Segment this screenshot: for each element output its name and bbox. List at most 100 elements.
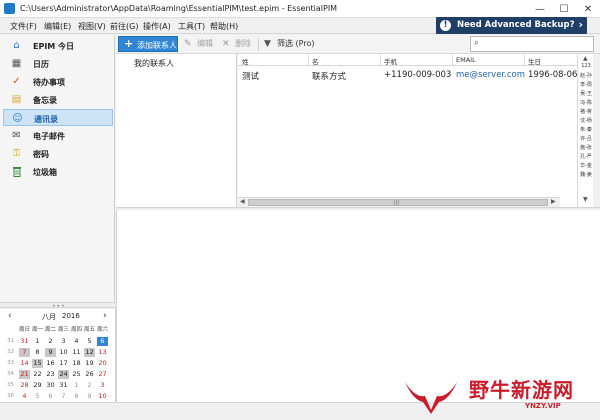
calendar-day[interactable]: 7	[58, 392, 69, 401]
calendar-day[interactable]: 13	[97, 348, 108, 357]
calendar-day[interactable]: 9	[45, 348, 56, 357]
sidebar-item-todo[interactable]: ✓ 待办事项	[3, 73, 113, 90]
sidebar-item-contacts[interactable]: ☺ 通讯录	[3, 109, 113, 126]
alpha-index-item[interactable]: 施-张	[578, 144, 594, 151]
scroll-up-icon[interactable]: ▲	[583, 55, 588, 62]
calendar-week: 35 28 29 30 31 1 2 3	[0, 380, 116, 391]
calendar-day[interactable]: 29	[32, 381, 43, 390]
calendar-day[interactable]: 3	[58, 337, 69, 346]
filter-button[interactable]: ▼ 筛选 (Pro)	[264, 38, 314, 50]
calendar-day[interactable]: 1	[32, 337, 43, 346]
alpha-index-item[interactable]: 沈-杨	[578, 117, 594, 124]
scroll-right-icon[interactable]: ▶	[551, 198, 556, 205]
calendar-day[interactable]: 4	[71, 337, 82, 346]
menu-edit[interactable]: 编辑(E)	[44, 21, 71, 32]
search-box[interactable]: ⌕	[470, 36, 594, 52]
alpha-index-item[interactable]: 吴-王	[578, 90, 594, 97]
add-contact-button[interactable]: + 添加联系人	[118, 36, 178, 52]
sidebar-item-calendar[interactable]: ▦ 日历	[3, 55, 113, 72]
menu-tools[interactable]: 工具(T)	[178, 21, 205, 32]
cell-email-link[interactable]: me@server.com	[456, 70, 525, 80]
calendar-day[interactable]: 15	[32, 359, 43, 368]
scroll-down-icon[interactable]: ▼	[583, 196, 588, 203]
calendar-day[interactable]: 3	[97, 381, 108, 390]
calendar-day[interactable]: 7	[19, 348, 30, 357]
calendar-day[interactable]: 10	[58, 348, 69, 357]
calendar-day[interactable]: 9	[84, 392, 95, 401]
calendar-day[interactable]: 23	[45, 370, 56, 379]
sidebar-item-trash[interactable]: 垃圾箱	[3, 163, 113, 180]
edit-button[interactable]: ✎ 编辑	[184, 38, 213, 50]
sidebar-item-notes[interactable]: ▤ 备忘录	[3, 91, 113, 108]
calendar-day[interactable]: 27	[97, 370, 108, 379]
menu-help[interactable]: 帮助(H)	[210, 21, 238, 32]
calendar-day[interactable]: 31	[58, 381, 69, 390]
calendar-day[interactable]: 26	[84, 370, 95, 379]
alpha-index-item[interactable]: 123	[578, 63, 594, 69]
calendar-day[interactable]: 2	[84, 381, 95, 390]
calendar-day[interactable]: 18	[71, 359, 82, 368]
group-my-contacts[interactable]: 我的联系人	[134, 58, 174, 69]
delete-button[interactable]: ✕ 删除	[222, 38, 251, 50]
calendar-day[interactable]: 28	[19, 381, 30, 390]
menu-view[interactable]: 视图(V)	[78, 21, 106, 32]
close-button[interactable]: ✕	[576, 0, 600, 18]
calendar-day[interactable]: 4	[19, 392, 30, 401]
calendar-day[interactable]: 12	[84, 348, 95, 357]
column-header-email[interactable]: EMAIL	[456, 56, 476, 64]
alpha-index-item[interactable]: 许-吕	[578, 135, 594, 142]
calendar-day[interactable]: 1	[71, 381, 82, 390]
calendar-day[interactable]: 30	[45, 381, 56, 390]
calendar-day[interactable]: 25	[71, 370, 82, 379]
alpha-index-item[interactable]: 李-周	[578, 81, 594, 88]
menu-actions[interactable]: 操作(A)	[143, 21, 171, 32]
calendar-day[interactable]: 19	[84, 359, 95, 368]
sidebar-item-today[interactable]: ⌂ EPIM 今日	[3, 37, 113, 54]
calendar-day[interactable]: 22	[32, 370, 43, 379]
calendar-day[interactable]: 8	[71, 392, 82, 401]
scroll-left-icon[interactable]: ◀	[240, 198, 245, 205]
horizontal-scrollbar[interactable]: ◀ ||| ▶	[238, 197, 560, 207]
menu-file[interactable]: 文件(F)	[10, 21, 37, 32]
menu-goto[interactable]: 前往(G)	[110, 21, 138, 32]
calendar-day[interactable]: 31	[19, 337, 30, 346]
minimize-button[interactable]: —	[528, 0, 552, 18]
alpha-index-item[interactable]: 华-金	[578, 162, 594, 169]
calendar-day[interactable]: 20	[97, 359, 108, 368]
calendar-day[interactable]: 16	[45, 359, 56, 368]
sidebar-splitter[interactable]: •••	[0, 302, 116, 310]
calendar-day-today[interactable]: 6	[97, 337, 108, 346]
calendar-day[interactable]: 2	[45, 337, 56, 346]
maximize-button[interactable]: ☐	[552, 0, 576, 18]
prev-month-button[interactable]: ‹	[8, 311, 12, 321]
calendar-day[interactable]: 5	[84, 337, 95, 346]
alpha-index-item[interactable]: 孔-严	[578, 153, 594, 160]
column-header-mobile[interactable]: 手机	[384, 56, 397, 66]
search-input[interactable]	[487, 38, 591, 50]
sidebar-item-passwords[interactable]: ⚿ 密码	[3, 145, 113, 162]
calendar-day[interactable]: 21	[19, 370, 30, 379]
scrollbar-thumb[interactable]: |||	[248, 199, 548, 206]
module-sidebar: ⌂ EPIM 今日 ▦ 日历 ✓ 待办事项 ▤ 备忘录 ☺ 通讯录 ✉ 电子邮件…	[0, 35, 115, 303]
sidebar-item-label: 日历	[33, 60, 49, 69]
calendar-day[interactable]: 11	[71, 348, 82, 357]
calendar-day[interactable]: 24	[58, 370, 69, 379]
calendar-day[interactable]: 17	[58, 359, 69, 368]
alpha-index-item[interactable]: 赵-孙	[578, 72, 594, 79]
calendar-day[interactable]: 6	[45, 392, 56, 401]
alpha-index-item[interactable]: 冯-陈	[578, 99, 594, 106]
alpha-index-item[interactable]: 朱-秦	[578, 126, 594, 133]
calendar-day[interactable]: 10	[97, 392, 108, 401]
column-header-name[interactable]: 名	[312, 56, 319, 66]
column-header-birthday[interactable]: 生日	[528, 56, 541, 66]
next-month-button[interactable]: ›	[103, 311, 107, 321]
alpha-index-item[interactable]: 褚-蒋	[578, 108, 594, 115]
advanced-backup-banner[interactable]: ! Need Advanced Backup? ›	[436, 17, 587, 34]
alpha-index-item[interactable]: 魏-姜	[578, 171, 594, 178]
calendar-day[interactable]: 14	[19, 359, 30, 368]
column-header-surname[interactable]: 姓	[242, 56, 249, 66]
table-row[interactable]: 测试 联系方式 +1190-009-003 me@server.com 1996…	[238, 67, 577, 82]
calendar-day[interactable]: 5	[32, 392, 43, 401]
sidebar-item-email[interactable]: ✉ 电子邮件	[3, 127, 113, 144]
calendar-day[interactable]: 8	[32, 348, 43, 357]
